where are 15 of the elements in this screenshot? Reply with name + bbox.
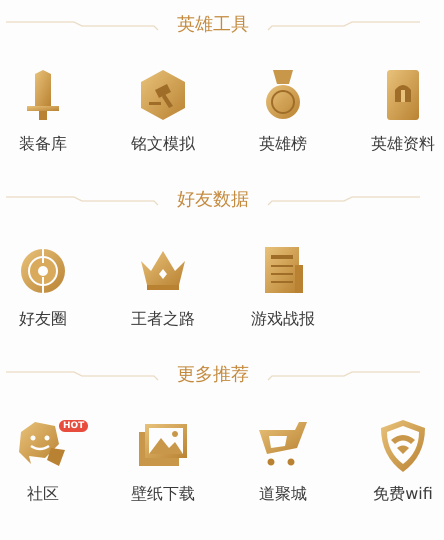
section-title: 英雄工具 bbox=[176, 13, 250, 36]
menu-item-label[interactable]: 游戏战报 bbox=[251, 309, 315, 330]
menu-item-label[interactable]: 王者之路 bbox=[131, 309, 195, 330]
menu-item-label[interactable]: 装备库 bbox=[19, 134, 67, 155]
menu-item-label[interactable]: 免费wifi bbox=[373, 484, 433, 505]
menu-item-label[interactable]: 英雄资料 bbox=[371, 134, 435, 155]
section-title: 好友数据 bbox=[176, 188, 250, 211]
menu-item-label[interactable]: 铭文模拟 bbox=[131, 134, 195, 155]
section-title: 更多推荐 bbox=[176, 363, 250, 386]
menu-item-label[interactable]: 道聚城 bbox=[259, 484, 307, 505]
menu-item-label[interactable]: 壁纸下载 bbox=[131, 484, 195, 505]
menu-item-label[interactable]: 英雄榜 bbox=[259, 134, 307, 155]
menu-item-label[interactable]: 社区 bbox=[27, 484, 59, 505]
menu-item-label[interactable]: 好友圈 bbox=[19, 309, 67, 330]
hot-badge: HOT bbox=[59, 420, 88, 432]
